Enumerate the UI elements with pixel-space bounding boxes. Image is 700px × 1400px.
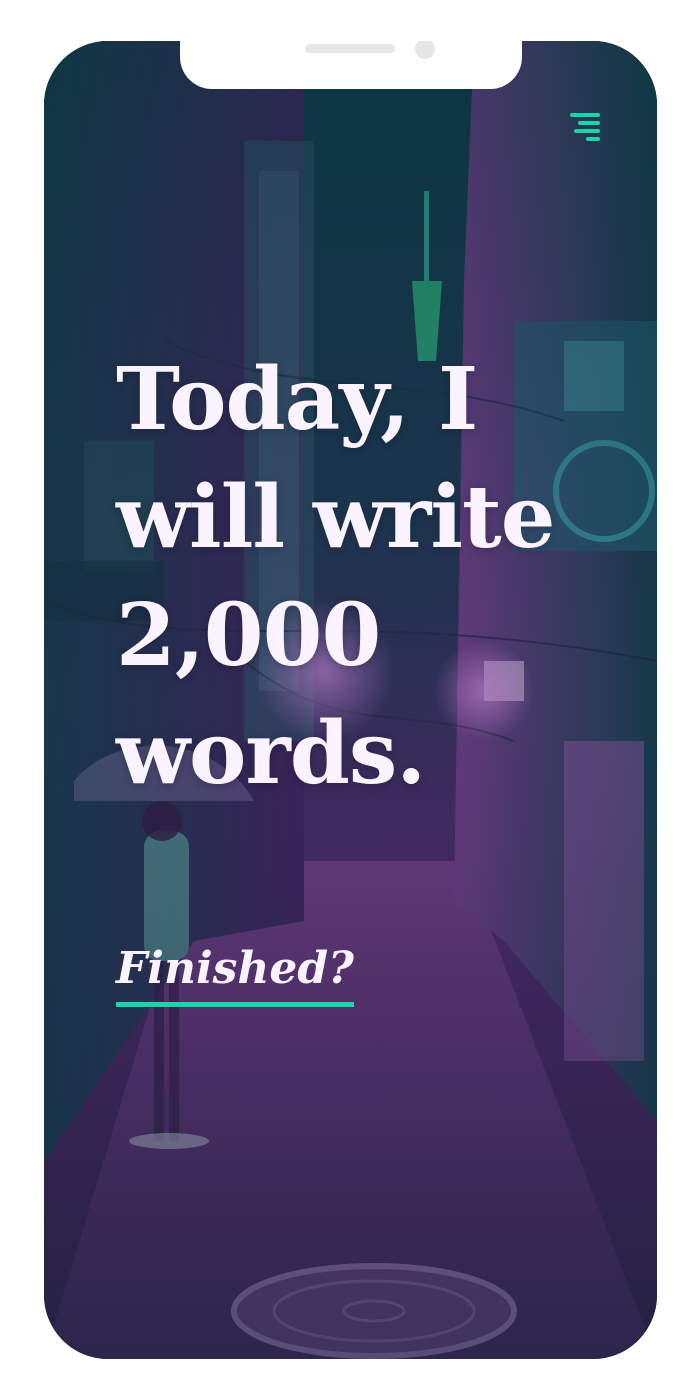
menu-line xyxy=(586,137,600,141)
menu-line xyxy=(574,129,600,133)
menu-line xyxy=(578,121,600,125)
phone-frame: Today, I will write 2,000 words. Finishe… xyxy=(44,41,657,1359)
device-notch xyxy=(180,41,522,89)
speaker-grille xyxy=(305,44,395,53)
finished-link[interactable]: Finished? xyxy=(116,943,354,1007)
menu-line xyxy=(570,113,600,117)
goal-headline: Today, I will write 2,000 words. xyxy=(116,349,555,804)
front-camera xyxy=(415,41,435,59)
hamburger-menu-icon[interactable] xyxy=(568,111,604,141)
